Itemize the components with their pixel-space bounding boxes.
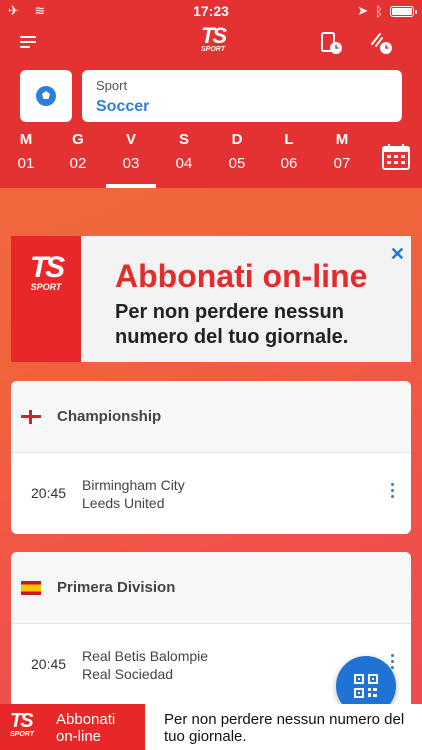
day-tab[interactable]: G 02 — [53, 128, 103, 188]
menu-icon — [20, 36, 36, 38]
day-tab[interactable]: L 06 — [264, 128, 314, 188]
app-logo: TS SPORT — [200, 23, 227, 54]
league-header[interactable]: Primera Division — [11, 552, 411, 624]
match-time: 20:45 — [31, 485, 67, 501]
league-header[interactable]: Championship — [11, 381, 411, 453]
sport-icon-button[interactable] — [20, 70, 72, 122]
app-header: ✈ ≋ 17:23 ➤ ᛒ TS SPORT Sport Soccer M 01… — [0, 0, 422, 188]
bottom-banner-logo: TS — [10, 710, 34, 732]
day-tab[interactable]: M 01 — [1, 128, 51, 188]
battery-icon — [390, 5, 417, 17]
schedule-icon[interactable] — [318, 30, 344, 56]
bluetooth-icon: ᛒ — [375, 3, 383, 19]
away-team: Real Sociedad — [82, 666, 174, 682]
england-flag-icon — [21, 409, 41, 424]
calendar-icon[interactable] — [382, 144, 410, 170]
day-tab[interactable]: D 05 — [212, 128, 262, 188]
match-row[interactable]: 20:45 Birmingham City Leeds United — [11, 453, 411, 533]
day-tab-selected[interactable]: V 03 — [106, 128, 156, 188]
away-team: Leeds United — [82, 495, 165, 511]
qr-code-icon — [354, 674, 378, 698]
match-time: 20:45 — [31, 656, 67, 672]
bottom-banner-message: Per non perdere nessun numero del tuo gi… — [164, 711, 405, 745]
day-tab[interactable]: M 07 — [317, 128, 367, 188]
soccer-ball-icon — [36, 86, 56, 106]
banner-title: Abbonati on-line — [115, 258, 368, 294]
live-icon[interactable] — [368, 30, 394, 56]
banner-logo: TS SPORT — [11, 236, 81, 362]
close-icon[interactable]: ✕ — [390, 244, 405, 265]
status-bar: ✈ ≋ 17:23 ➤ ᛒ — [0, 0, 422, 22]
day-tab[interactable]: S 04 — [159, 128, 209, 188]
league-name: Primera Division — [57, 579, 176, 596]
home-team: Birmingham City — [82, 477, 185, 493]
day-selector: M 01 G 02 V 03 S 04 D 05 L 06 M 07 — [0, 128, 380, 188]
menu-button[interactable] — [20, 36, 36, 48]
sport-label: Sport — [96, 78, 128, 93]
league-name: Championship — [57, 408, 162, 425]
league-card: Championship 20:45 Birmingham City Leeds… — [11, 381, 411, 534]
more-options-icon[interactable] — [391, 654, 395, 672]
banner-subtitle: Per non perdere nessun numero del tuo gi… — [115, 301, 349, 348]
more-options-icon[interactable] — [391, 483, 395, 501]
sport-select[interactable]: Sport Soccer — [82, 70, 402, 122]
bottom-subscription-banner[interactable]: TS SPORT Abbonati on-line Per non perder… — [0, 704, 422, 750]
spain-flag-icon — [21, 580, 41, 595]
location-icon: ➤ — [357, 3, 369, 18]
bottom-banner-label: Abbonati on-line — [56, 711, 116, 745]
home-team: Real Betis Balompie — [82, 648, 209, 664]
sport-value: Soccer — [96, 98, 150, 115]
subscription-banner[interactable]: TS SPORT Abbonati on-line Per non perder… — [11, 236, 411, 362]
